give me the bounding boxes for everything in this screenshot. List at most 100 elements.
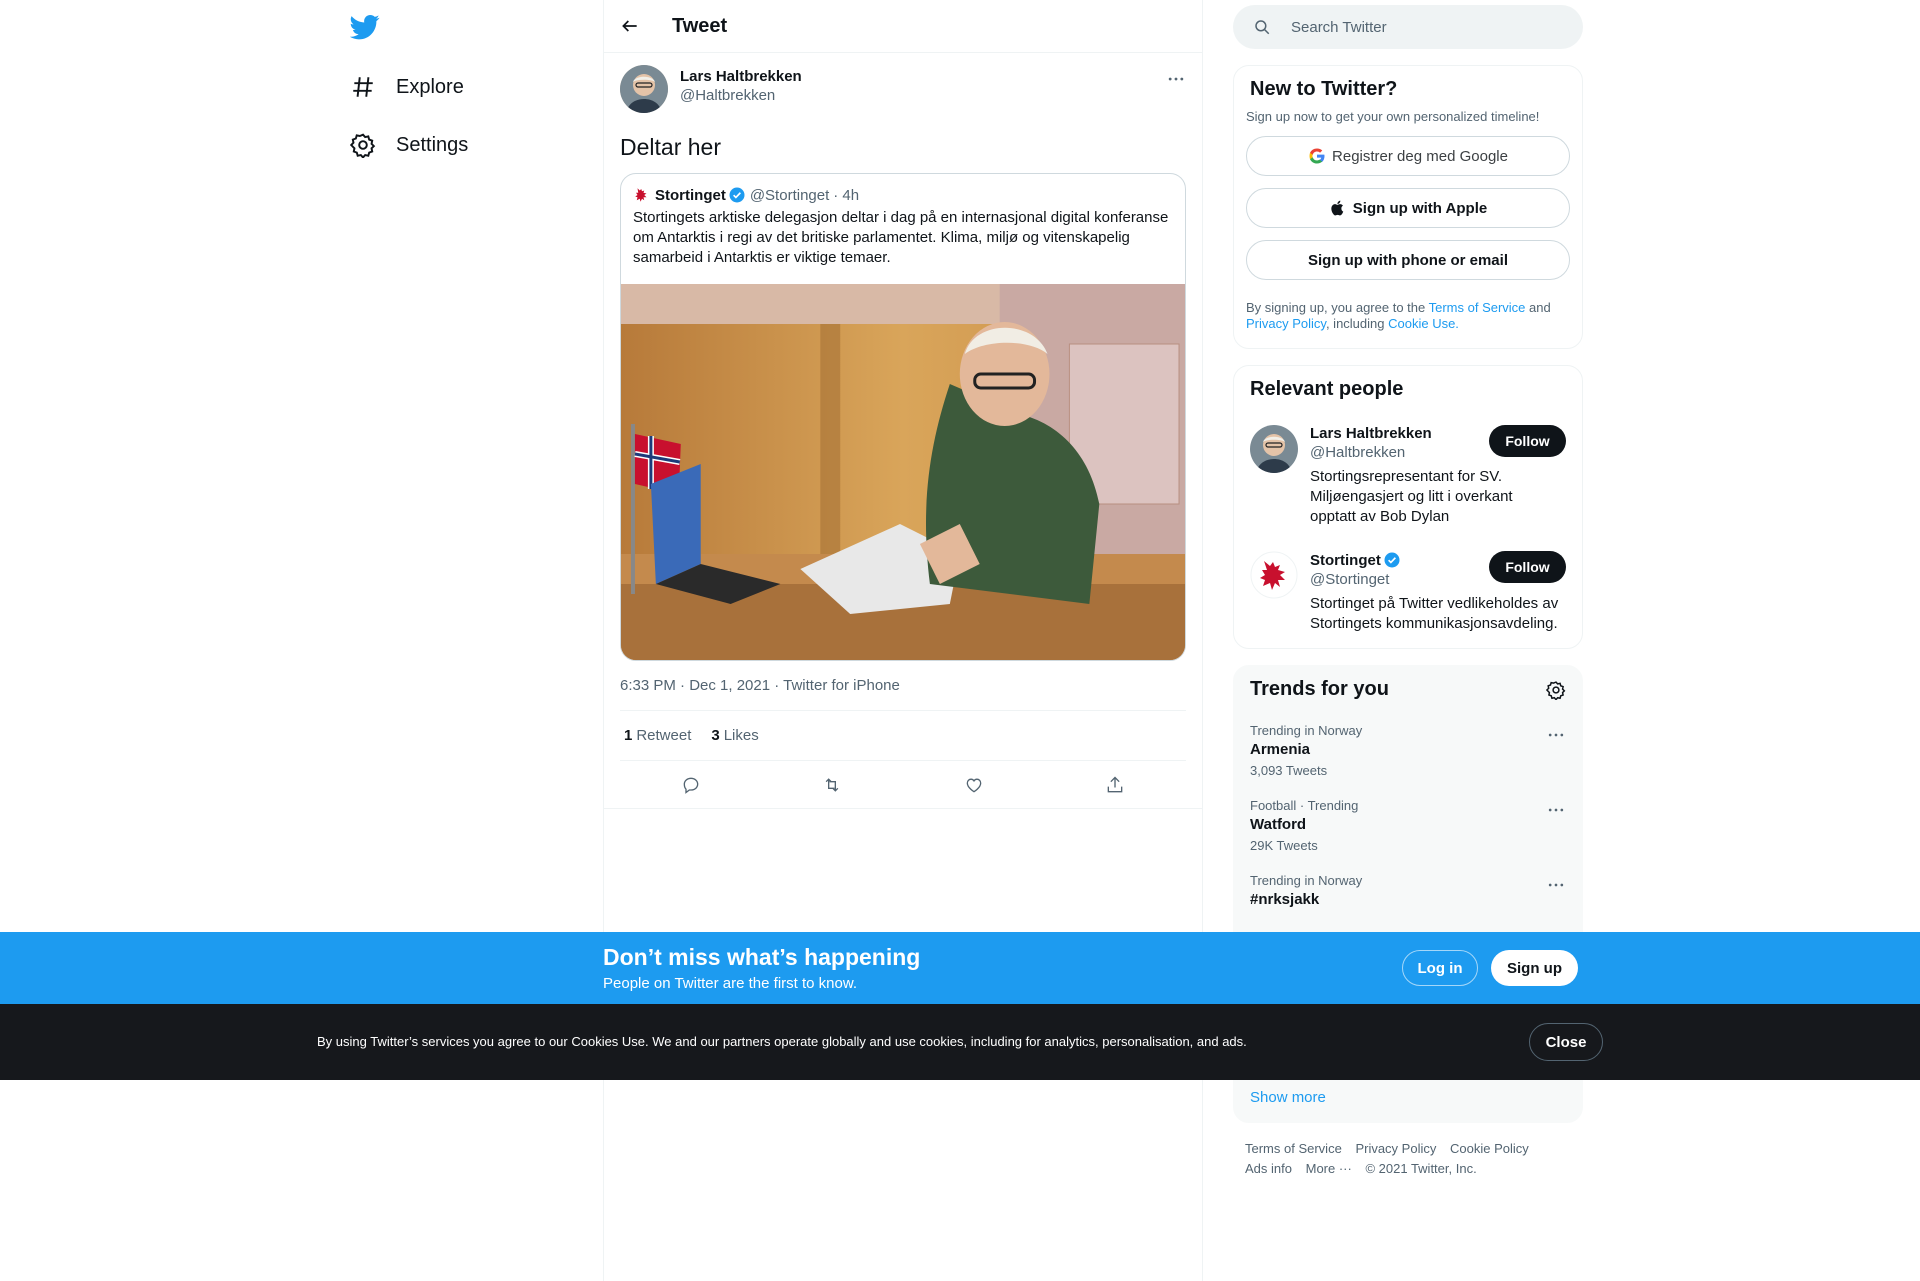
cookie-banner-text: By using Twitter’s services you agree to… xyxy=(317,1034,1247,1049)
show-more-link[interactable]: Show more xyxy=(1234,1073,1582,1122)
trend-meta: Trending in Norway xyxy=(1250,873,1363,888)
google-signup-label: Registrer deg med Google xyxy=(1332,147,1508,165)
page-header: Tweet xyxy=(604,0,1202,53)
tweet-text: Deltar her xyxy=(620,134,721,160)
close-button[interactable]: Close xyxy=(1529,1023,1603,1061)
apple-icon xyxy=(1331,200,1344,216)
cookie-use-link[interactable]: Cookie Use. xyxy=(1388,316,1459,331)
privacy-link[interactable]: Privacy Policy xyxy=(1246,316,1326,331)
hashtag-icon xyxy=(353,77,373,97)
signup-card-subtitle: Sign up now to get your own personalized… xyxy=(1246,109,1540,124)
search-icon xyxy=(1255,20,1270,35)
legal-prefix: By signing up, you agree to the xyxy=(1246,300,1429,315)
footer-link[interactable]: Ads info xyxy=(1245,1161,1292,1176)
search-input[interactable] xyxy=(1291,18,1551,36)
like-icon[interactable] xyxy=(964,775,984,795)
like-count-number: 3 xyxy=(711,727,720,744)
page-title: Tweet xyxy=(672,14,728,37)
trend-meta: Football · Trending xyxy=(1250,798,1359,813)
footer-links: Terms of Service Privacy Policy Cookie P… xyxy=(1233,1123,1583,1195)
copyright: © 2021 Twitter, Inc. xyxy=(1365,1161,1477,1176)
person-bio: Stortinget på Twitter vedlikeholdes av S… xyxy=(1310,595,1559,632)
google-icon xyxy=(1309,148,1325,164)
twitter-logo-icon[interactable] xyxy=(350,12,380,42)
more-options-icon[interactable] xyxy=(1546,800,1566,820)
apple-signup-label: Sign up with Apple xyxy=(1352,199,1488,217)
verified-badge-icon xyxy=(1384,552,1400,568)
person-name-text: Stortinget xyxy=(1310,551,1381,569)
follow-button[interactable]: Follow xyxy=(1489,425,1566,457)
signup-button[interactable]: Sign up xyxy=(1491,950,1578,986)
more-options-icon[interactable] xyxy=(1546,875,1566,895)
more-options-icon[interactable] xyxy=(1546,725,1566,745)
login-button[interactable]: Log in xyxy=(1402,950,1478,986)
like-count[interactable]: 3 Likes xyxy=(711,727,758,744)
trend-name: Watford xyxy=(1250,816,1307,833)
quoted-tweet-header: Stortinget @Stortinget · 4h xyxy=(621,174,1185,204)
tweet-author-row: Lars Haltbrekken @Haltbrekken xyxy=(620,65,1186,113)
retweet-count-number: 1 xyxy=(624,727,633,744)
person-item[interactable]: Lars Haltbrekken @Haltbrekken Stortingsr… xyxy=(1234,413,1582,539)
author-name[interactable]: Lars Haltbrekken xyxy=(680,68,802,85)
trend-item[interactable]: Trending in Norway Armenia 3,093 Tweets xyxy=(1234,713,1582,788)
reply-icon[interactable] xyxy=(681,775,701,795)
phone-signup-button[interactable]: Sign up with phone or email xyxy=(1246,240,1570,280)
signup-card-title: New to Twitter? xyxy=(1250,78,1398,100)
trend-item[interactable]: Trending in Norway #nrksjakk xyxy=(1234,863,1582,923)
footer-link[interactable]: Privacy Policy xyxy=(1355,1141,1436,1156)
trend-name: Armenia xyxy=(1250,741,1311,758)
follow-button[interactable]: Follow xyxy=(1489,551,1566,583)
retweet-count[interactable]: 1 Retweet xyxy=(624,727,691,744)
quoted-tweet-time: · 4h xyxy=(833,186,860,204)
gear-icon xyxy=(350,133,376,158)
footer-link[interactable]: Terms of Service xyxy=(1245,1141,1342,1156)
more-options-icon[interactable] xyxy=(1166,69,1186,89)
avatar[interactable] xyxy=(1250,551,1298,599)
verified-badge-icon xyxy=(729,187,745,203)
trends-title: Trends for you xyxy=(1250,678,1389,700)
quoted-tweet-text: Stortingets arktiske delegasjon deltar i… xyxy=(633,209,1169,266)
signup-banner-subtitle: People on Twitter are the first to know. xyxy=(603,975,858,992)
legal-and: and xyxy=(1525,300,1551,315)
trend-count: 3,093 Tweets xyxy=(1250,763,1328,778)
tweet-actions xyxy=(604,761,1202,809)
relevant-people-title: Relevant people xyxy=(1250,378,1404,400)
search-box[interactable] xyxy=(1233,5,1583,49)
nav-item-settings[interactable]: Settings xyxy=(350,123,468,167)
trend-name: #nrksjakk xyxy=(1250,891,1320,908)
tweet-photo[interactable] xyxy=(621,284,1185,660)
apple-signup-button[interactable]: Sign up with Apple xyxy=(1246,188,1570,228)
share-icon[interactable] xyxy=(1105,775,1125,795)
retweet-count-label: Retweet xyxy=(636,727,692,744)
main-column: Tweet Lars Haltbrekken @Haltbrekken Delt… xyxy=(603,0,1203,1281)
trend-item[interactable]: Football · Trending Watford 29K Tweets xyxy=(1234,788,1582,863)
person-item[interactable]: Stortinget @Stortinget Stortinget på Twi… xyxy=(1234,539,1582,648)
footer-link[interactable]: Cookie Policy xyxy=(1450,1141,1529,1156)
legal-including: , including xyxy=(1325,316,1389,331)
stortinget-lion-icon xyxy=(635,188,647,202)
signup-legal-text: By signing up, you agree to the Terms of… xyxy=(1234,280,1582,332)
avatar[interactable] xyxy=(1250,425,1298,473)
trend-meta: Trending in Norway xyxy=(1250,723,1363,738)
gear-icon[interactable] xyxy=(1546,680,1566,700)
trend-count: 29K Tweets xyxy=(1250,838,1318,853)
google-signup-button[interactable]: Registrer deg med Google xyxy=(1246,136,1570,176)
nav-item-label: Explore xyxy=(396,75,464,98)
quoted-tweet[interactable]: Stortinget @Stortinget · 4h Stortingets … xyxy=(620,173,1186,661)
quoted-author-handle: @Stortinget xyxy=(749,186,830,204)
cookie-banner: By using Twitter’s services you agree to… xyxy=(0,1004,1920,1080)
back-arrow-icon[interactable] xyxy=(620,16,640,36)
nav-item-explore[interactable]: Explore xyxy=(350,65,464,109)
signup-banner: Don’t miss what’s happening People on Tw… xyxy=(0,932,1920,1004)
avatar[interactable] xyxy=(620,65,668,113)
author-handle[interactable]: @Haltbrekken xyxy=(680,87,802,104)
like-count-label: Likes xyxy=(723,727,759,744)
person-bio: Stortingsrepresentant for SV. Miljøengas… xyxy=(1310,468,1513,525)
retweet-icon[interactable] xyxy=(822,775,842,795)
tweet-timestamp[interactable]: 6:33 PM · Dec 1, 2021 · Twitter for iPho… xyxy=(620,677,1186,711)
relevant-people-card: Relevant people Lars Haltbrekken @Haltbr… xyxy=(1233,365,1583,649)
footer-link[interactable]: More ··· xyxy=(1306,1161,1352,1176)
signup-banner-heading: Don’t miss what’s happening xyxy=(603,944,921,970)
terms-link[interactable]: Terms of Service xyxy=(1429,300,1526,315)
tweet: Lars Haltbrekken @Haltbrekken Deltar her… xyxy=(604,53,1202,809)
